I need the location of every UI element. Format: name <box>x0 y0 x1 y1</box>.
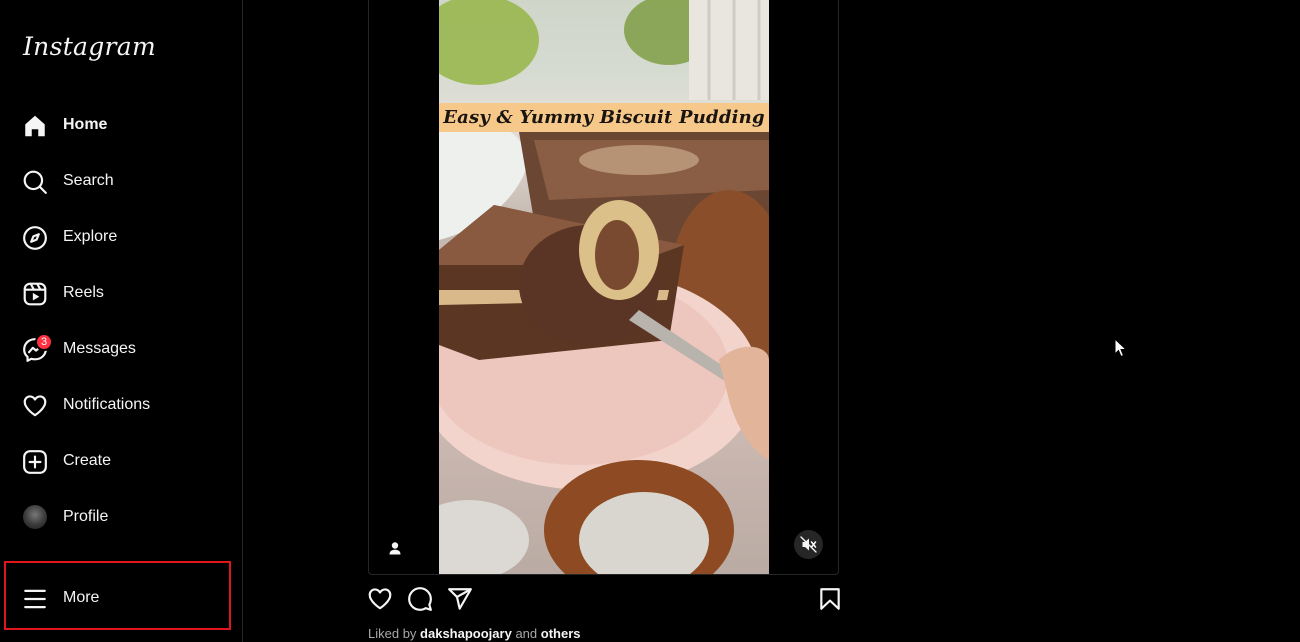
reels-icon <box>23 282 47 306</box>
sidebar-item-label: Home <box>63 116 108 133</box>
sidebar-item-messages[interactable]: 3 Messages <box>10 325 232 373</box>
home-icon <box>25 115 45 137</box>
liked-by-others-link[interactable]: others <box>541 626 581 641</box>
sidebar-item-label: Explore <box>63 228 118 245</box>
sidebar-item-search[interactable]: Search <box>10 157 232 205</box>
sidebar-item-label: Profile <box>63 508 109 525</box>
sidebar-item-label: Notifications <box>63 396 151 413</box>
sidebar-item-reels[interactable]: Reels <box>10 269 232 317</box>
sidebar-item-label: Create <box>63 452 112 469</box>
sidebar-item-profile[interactable]: Profile <box>10 493 232 541</box>
search-icon <box>23 170 47 194</box>
comment-icon[interactable] <box>407 586 433 612</box>
sidebar: Instagram Home Search Explore Reels 3 Me… <box>0 0 243 642</box>
liked-by-username[interactable]: dakshapoojary <box>420 626 512 641</box>
share-icon[interactable] <box>447 586 473 612</box>
mouse-cursor-icon <box>1114 338 1128 358</box>
likes-prefix: Liked by <box>368 626 417 641</box>
avatar <box>23 505 47 529</box>
compass-icon <box>23 226 47 250</box>
muted-speaker-icon <box>800 536 817 553</box>
plus-square-icon <box>23 450 47 474</box>
heart-icon <box>23 395 47 417</box>
sidebar-item-create[interactable]: Create <box>10 437 232 485</box>
user-tag-icon[interactable] <box>383 537 407 561</box>
likes-conjunction: and <box>515 626 538 641</box>
video-title-banner: Easy & Yummy Biscuit Pudding <box>439 103 769 132</box>
pudding-food-image <box>439 0 769 574</box>
sidebar-item-home[interactable]: Home <box>10 101 232 149</box>
save-bookmark-icon[interactable] <box>817 586 843 612</box>
like-heart-icon[interactable] <box>367 586 393 612</box>
sidebar-item-notifications[interactable]: Notifications <box>10 381 232 429</box>
instagram-logo[interactable]: Instagram <box>23 32 156 61</box>
mute-button[interactable] <box>794 530 823 559</box>
more-highlight-box <box>4 561 231 630</box>
sidebar-item-label: Reels <box>63 284 104 301</box>
sidebar-item-explore[interactable]: Explore <box>10 213 232 261</box>
likes-summary: Liked by dakshapoojary and others <box>368 626 581 641</box>
messages-unread-badge: 3 <box>35 333 53 351</box>
post-video[interactable]: Easy & Yummy Biscuit Pudding <box>439 0 769 574</box>
sidebar-item-label: Search <box>63 172 114 189</box>
sidebar-item-label: Messages <box>63 340 136 357</box>
